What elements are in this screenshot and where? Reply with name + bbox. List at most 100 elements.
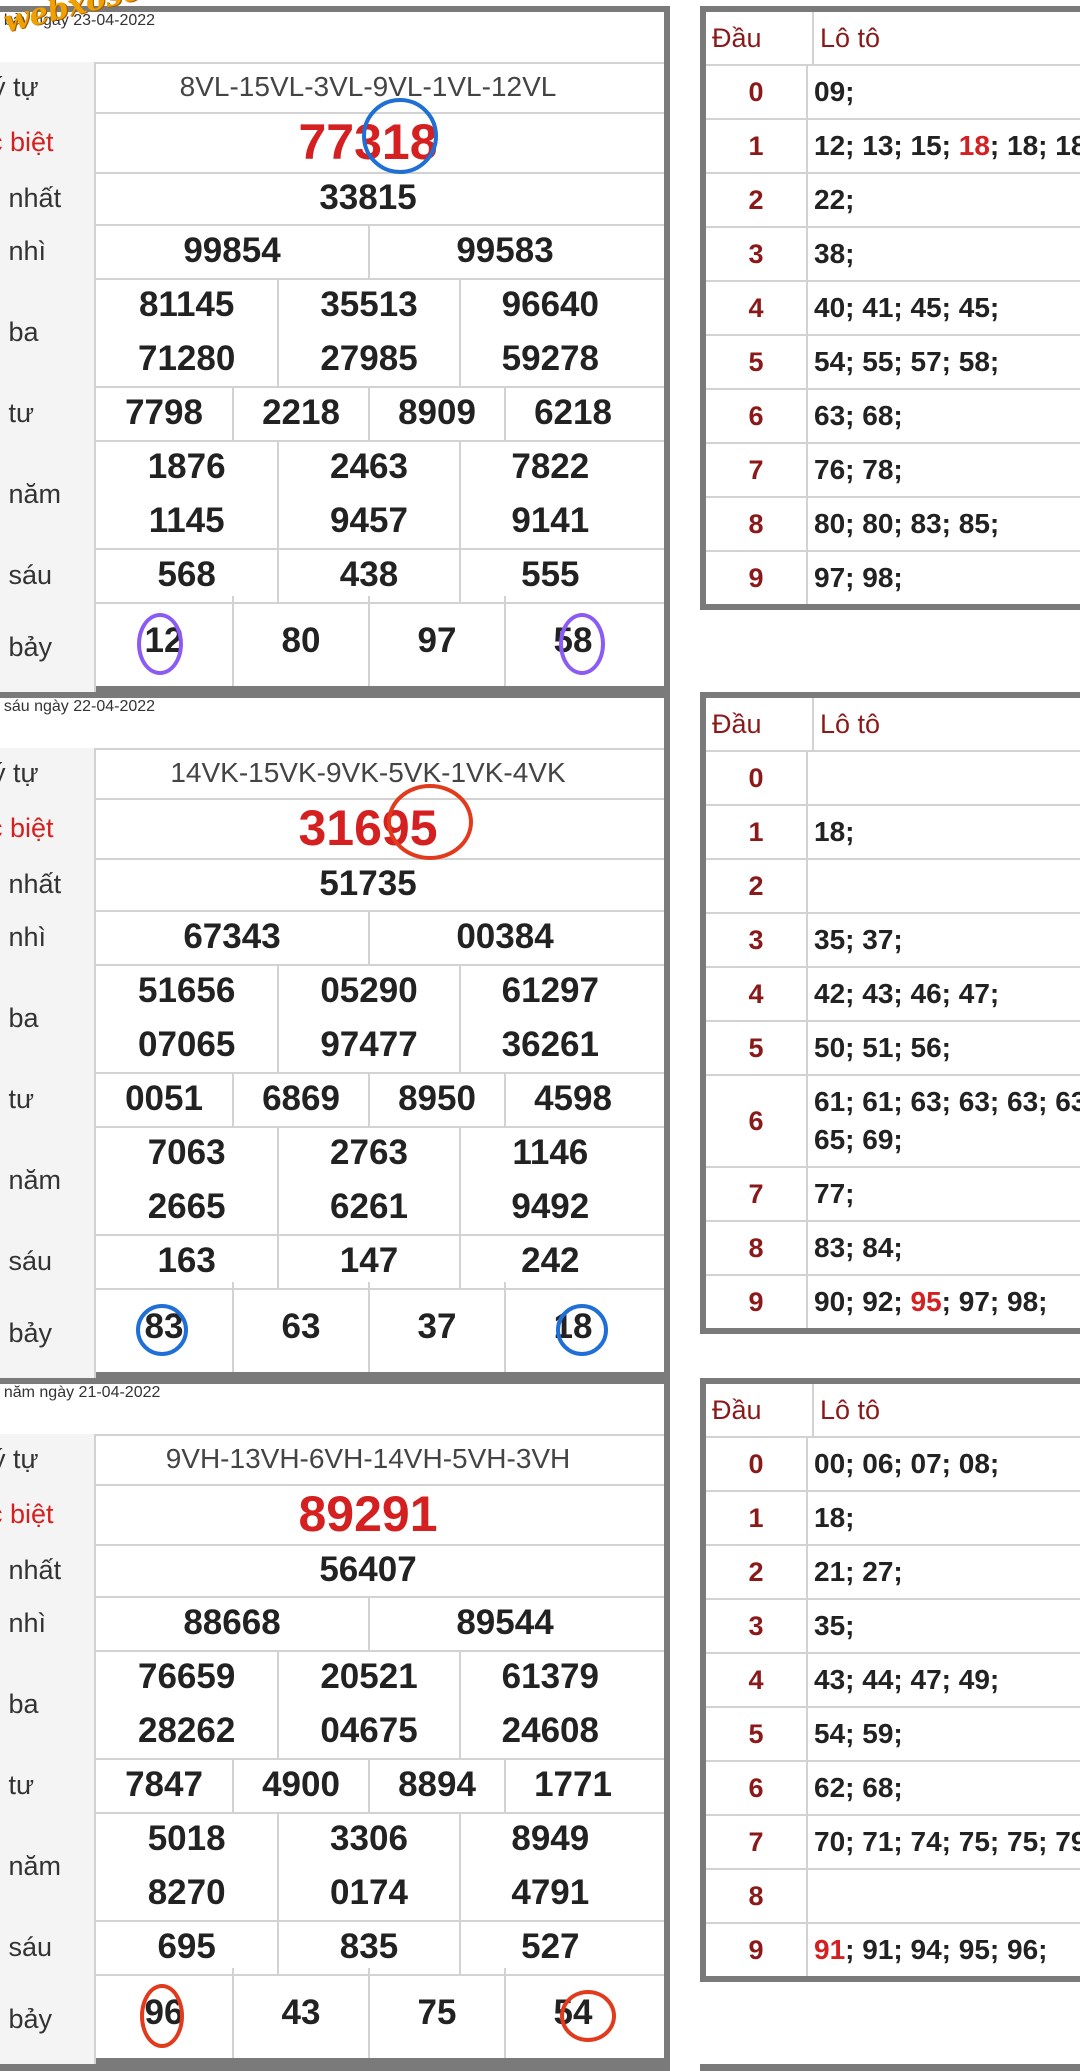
loto-values: 80; 80; 83; 85; [808,498,1080,550]
prize-number: 56407 [319,1550,417,1589]
loto-header-loto: Lô tô [820,1395,881,1425]
loto-dau: 9 [706,1924,808,1976]
loto-row: 5 54; 55; 57; 58; [706,336,1080,390]
prize-number: 7822 [458,440,640,494]
loto-header-dau: Đầu [706,12,814,64]
loto-header-loto: Lô tô [820,23,881,53]
prize-number: 9VH-13VH-6VH-14VH-5VH-3VH [165,1443,571,1474]
loto-line: 62; 68; [814,1769,903,1807]
prize-values: 89291 [96,1484,664,1544]
loto-row: 1 18; [706,1492,1080,1546]
loto-header-dau: Đầu [706,1384,814,1436]
highlight-circle [560,1990,616,2042]
loto-values: 42; 43; 46; 47; [808,968,1080,1020]
prize-number: 438 [277,548,458,602]
prize-values: 7063 2763 1146 2665 6261 9492 [96,1126,664,1234]
loto-highlight: 18 [958,130,990,161]
prize-label-g7: iải bảy [0,602,96,692]
loto-dau: 4 [706,1654,808,1706]
loto-pre: 54; 59; [814,1718,903,1749]
loto-row: 5 50; 51; 56; [706,1022,1080,1076]
loto-pre: 40; 41; 45; 45; [814,292,1000,323]
prize-number: 37 [368,1282,504,1372]
loto-pre: 43; 44; 47; 49; [814,1664,1000,1695]
prize-number: 147 [277,1234,458,1288]
loto-values: 83; 84; [808,1222,1080,1274]
prize-row-g3: iải ba 81145 3551396640 71280 2798559278 [0,278,664,388]
loto-header-row: Đầu Lô tô [706,1384,1080,1438]
loto-line: 22; [814,181,854,219]
loto-values: 00; 06; 07; 08; [808,1438,1080,1490]
loto-pre: 18; [814,816,855,847]
prize-number: 8909 [368,386,504,440]
loto-row: 6 62; 68; [706,1762,1080,1816]
loto-pre: 12; 13; 15; [814,130,959,161]
prize-values: 56407 [96,1544,664,1596]
loto-dau: 1 [706,1492,808,1544]
prize-number: 8894 [368,1758,504,1812]
prize-values: 31695 [96,798,664,858]
results-table: Thứ sáu ngày 22-04-2022 Ký tự 14VK-15VK-9V… [0,692,670,1380]
loto-row: 1 18; [706,806,1080,860]
highlight-circle [556,1304,608,1356]
loto-table: Đầu Lô tô 0 00; 06; 07; 08; 1 18; 2 21; 27; 3 35;… [700,1378,1080,1982]
prize-row-g3: iải ba 51656 0529061297 07065 9747736261 [0,964,664,1074]
prize-number: 4900 [232,1758,368,1812]
loto-row: 9 91; 91; 94; 95; 96; [706,1924,1080,1976]
loto-line: 18; [814,1499,854,1537]
prize-label-g6: iải sáu [0,1234,96,1288]
loto-line-2: 65; 69; [814,1124,903,1155]
prize-number: 99854 [183,231,281,270]
loto-header-dau: Đầu [706,698,814,750]
prize-number: 555 [458,548,640,602]
prize-label-g5: iải năm [0,1126,96,1234]
loto-line: 77; [814,1175,854,1213]
table-header-row: Thứ bảy ngày 23-04-2022 [0,12,664,64]
prize-values: 1876 2463 7822 1145 9457 9141 [96,440,664,548]
loto-dau: 8 [706,498,808,550]
prize-row-g2: iải nhì 99854 99583 [0,224,664,280]
loto-dau: 4 [706,282,808,334]
next-table-border [0,2064,1080,2071]
loto-line: 50; 51; 56; [814,1029,951,1067]
loto-pre: 83; 84; [814,1232,903,1263]
loto-line: 40; 41; 45; 45; [814,289,999,327]
loto-header-loto: Lô tô [820,709,881,739]
prize-number: 61379 [458,1650,640,1704]
prize-values: 14VK-15VK-9VK-5VK-1VK-4VK [96,748,664,798]
loto-values: 18; [808,806,1080,858]
loto-row: 2 21; 27; [706,1546,1080,1600]
prize-number: 0051 [125,1079,203,1118]
loto-line: 35; 37; [814,921,903,959]
prize-number: 2665 [147,1187,226,1226]
loto-pre: 63; 68; [814,400,903,431]
loto-line: 61; 61; 63; 63; 63; 63; [814,1083,1080,1121]
loto-values: 70; 71; 74; 75; 75; 79; [808,1816,1080,1868]
loto-values: 61; 61; 63; 63; 63; 63; 65; 69; [808,1076,1080,1166]
loto-row: 7 70; 71; 74; 75; 75; 79; [706,1816,1080,1870]
table-header-row: Thứ sáu ngày 22-04-2022 [0,698,664,750]
loto-row: 8 [706,1870,1080,1924]
prize-number: 63 [232,1282,368,1372]
loto-highlight: 95 [910,1286,942,1317]
loto-values [808,752,1080,804]
prize-number: 27985 [277,332,458,386]
draw-block: Thứ năm ngày 21-04-2022 Ký tự 9VH-13VH-6VH… [0,1378,1080,2066]
loto-values: 09; [808,66,1080,118]
loto-row: 0 [706,752,1080,806]
loto-line: 35; [814,1607,854,1645]
highlight-circle [559,613,605,675]
prize-label-kytu: Ký tự [0,1434,96,1484]
loto-row: 6 61; 61; 63; 63; 63; 63; 65; 69; [706,1076,1080,1168]
prize-number: 20521 [277,1650,458,1704]
loto-line: 91; 91; 94; 95; 96; [814,1931,1047,1969]
prize-label-kytu: Ký tự [0,62,96,112]
loto-dau: 2 [706,860,808,912]
highlight-circle [136,1304,188,1356]
loto-pre: 21; 27; [814,1556,903,1587]
loto-line: 12; 13; 15; 18; 18; 18; [814,127,1080,165]
prize-number: 1876 [147,447,226,486]
prize-number: 51735 [319,864,417,903]
prize-row-g5: iải năm 1876 24637822 1145 94579141 [0,440,664,550]
loto-dau: 1 [706,806,808,858]
